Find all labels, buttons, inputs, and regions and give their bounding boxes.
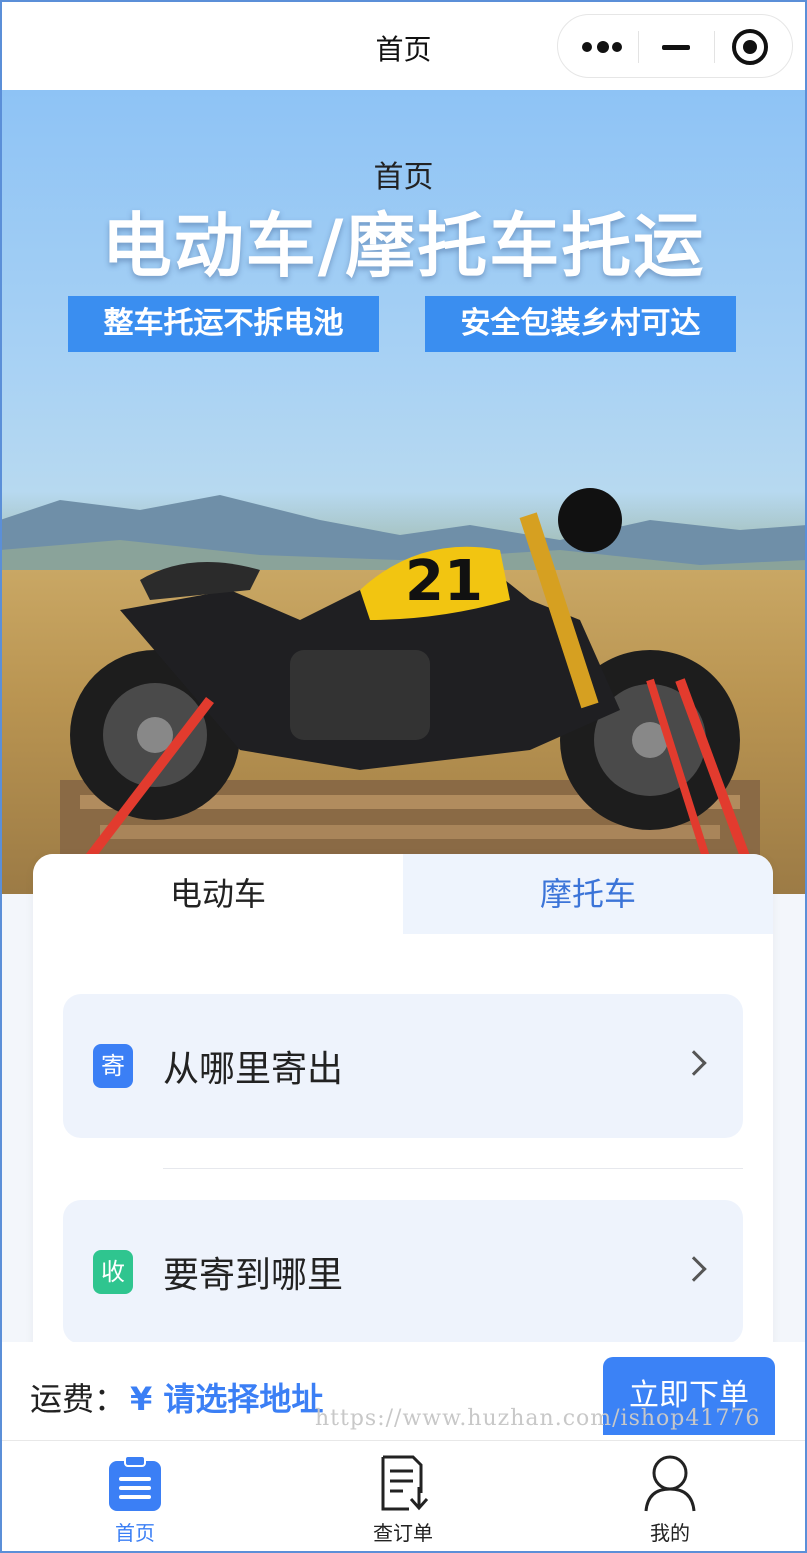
svg-text:21: 21 (405, 549, 483, 614)
minimize-icon[interactable] (662, 45, 690, 50)
more-icon[interactable] (582, 33, 624, 61)
tabbar-label: 我的 (650, 1521, 690, 1545)
motorcycle-image: 21 (60, 488, 760, 870)
tabbar-label: 查订单 (373, 1521, 433, 1545)
send-badge: 寄 (93, 1044, 133, 1088)
fee-label: 运费： (30, 1380, 127, 1418)
tab-motorcycle[interactable]: 摩托车 (403, 854, 773, 934)
tabbar-item-home[interactable]: 首页 (35, 1441, 235, 1553)
mini-program-capsule (557, 14, 793, 78)
receiver-address-label: 要寄到哪里 (163, 1255, 344, 1296)
watermark: https://www.huzhan.com/ishop41776 (315, 1406, 761, 1431)
order-download-icon (381, 1455, 429, 1511)
chevron-right-icon (681, 1050, 707, 1076)
receive-badge: 收 (93, 1250, 133, 1294)
navigation-bar: 首页 (0, 0, 807, 90)
bottom-tab-bar: 首页 查订单 我的 (0, 1440, 807, 1553)
clipboard-icon (109, 1455, 161, 1511)
chevron-right-icon (681, 1256, 707, 1282)
fee-value: ¥ 请选择地址 (130, 1380, 324, 1418)
tabbar-item-mine[interactable]: 我的 (570, 1441, 770, 1553)
close-icon[interactable] (732, 29, 768, 65)
capsule-divider (638, 31, 639, 63)
divider (163, 1168, 743, 1169)
receiver-address-row[interactable]: 收 要寄到哪里 (63, 1200, 743, 1344)
user-icon (644, 1455, 696, 1512)
banner-tag: 整车托运不拆电池 (68, 296, 379, 352)
sender-address-label: 从哪里寄出 (163, 1049, 344, 1090)
banner-tag: 安全包装乡村可达 (425, 296, 736, 352)
capsule-divider (714, 31, 715, 63)
tabbar-item-orders[interactable]: 查订单 (303, 1441, 503, 1553)
tabbar-label: 首页 (115, 1521, 155, 1545)
tab-electric-bike[interactable]: 电动车 (33, 854, 403, 934)
promo-banner: 首页 电动车/摩托车托运 整车托运不拆电池 安全包装乡村可达 21 (0, 90, 807, 894)
sender-address-row[interactable]: 寄 从哪里寄出 (63, 994, 743, 1138)
shipping-card: 电动车 摩托车 寄 从哪里寄出 收 要寄到哪里 (33, 854, 773, 1374)
banner-headline: 电动车/摩托车托运 (101, 205, 706, 287)
